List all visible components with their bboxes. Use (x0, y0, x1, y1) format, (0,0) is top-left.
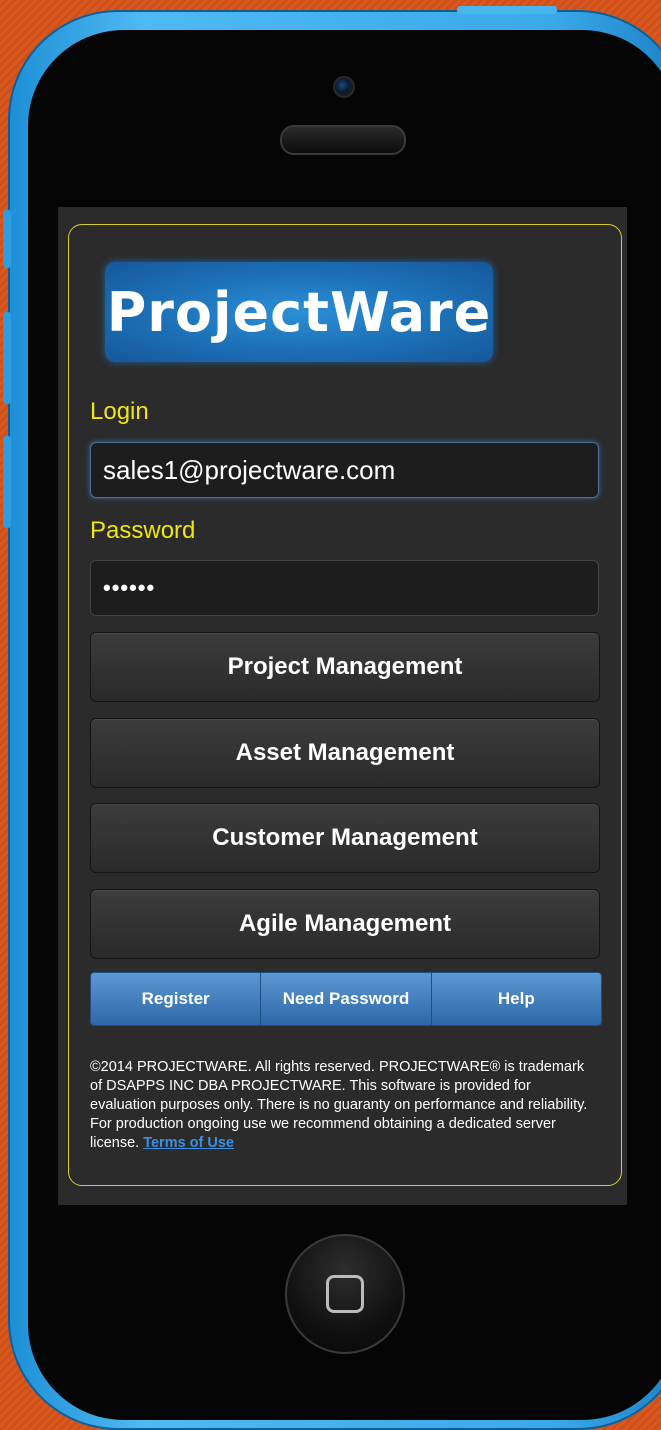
bottom-navbar: Register Need Password Help (90, 972, 602, 1026)
help-button[interactable]: Help (431, 973, 601, 1025)
mute-switch (3, 210, 11, 268)
password-input-value: •••••• (103, 575, 156, 600)
asset-management-button[interactable]: Asset Management (90, 718, 600, 788)
home-square-icon (326, 1275, 364, 1313)
power-button (457, 6, 557, 14)
volume-down-button (3, 436, 11, 528)
need-password-button[interactable]: Need Password (261, 973, 432, 1025)
terms-of-use-link[interactable]: Terms of Use (143, 1135, 234, 1151)
login-input-value: sales1@projectware.com (103, 454, 396, 485)
login-label: Login (90, 398, 149, 425)
customer-management-button[interactable]: Customer Management (90, 803, 600, 873)
project-management-button[interactable]: Project Management (90, 632, 600, 702)
password-input[interactable]: •••••• (90, 560, 599, 616)
footer-notice: ©2014 PROJECTWARE. All rights reserved. … (90, 1058, 595, 1153)
register-button[interactable]: Register (91, 973, 262, 1025)
password-label: Password (90, 517, 196, 544)
login-panel (68, 224, 622, 1186)
camera-icon (333, 76, 355, 98)
login-input[interactable]: sales1@projectware.com (90, 442, 599, 498)
home-button[interactable] (285, 1234, 405, 1354)
speaker-grille (280, 125, 406, 155)
projectware-logo: ProjectWare (105, 262, 493, 362)
logo-text: ProjectWare (106, 280, 492, 344)
volume-up-button (3, 312, 11, 404)
agile-management-button[interactable]: Agile Management (90, 889, 600, 959)
